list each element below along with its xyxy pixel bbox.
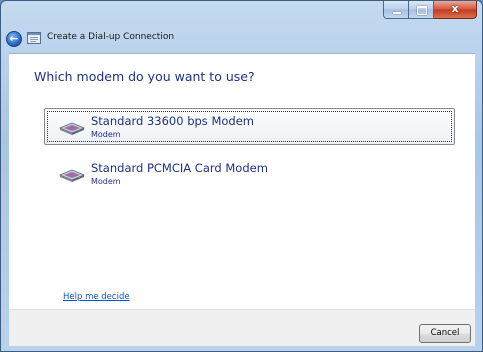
- modem-option-33600[interactable]: Standard 33600 bps Modem Modem: [44, 108, 455, 145]
- maximize-icon: [417, 6, 427, 15]
- modem-icon: [59, 169, 85, 182]
- cancel-button[interactable]: Cancel: [419, 324, 471, 343]
- caption-buttons: x: [383, 1, 477, 20]
- maximize-button[interactable]: [409, 1, 434, 19]
- close-button[interactable]: x: [434, 1, 477, 19]
- wizard-footer: Cancel: [9, 309, 475, 346]
- page-heading: Which modem do you want to use?: [34, 69, 255, 84]
- close-icon: x: [451, 2, 459, 15]
- option-subtitle: Modem: [91, 177, 121, 186]
- window-title: Create a Dial-up Connection: [47, 32, 175, 42]
- wizard-window-icon: [27, 32, 41, 44]
- back-arrow-icon[interactable]: ←: [6, 31, 22, 47]
- help-me-decide-link[interactable]: Help me decide: [63, 292, 130, 302]
- title-bar[interactable]: ← Create a Dial-up Connection x: [1, 1, 482, 53]
- wizard-window: ← Create a Dial-up Connection x Which mo…: [0, 0, 483, 352]
- option-title: Standard 33600 bps Modem: [91, 114, 254, 128]
- option-subtitle: Modem: [91, 130, 121, 139]
- minimize-icon: [393, 12, 401, 14]
- minimize-button[interactable]: [383, 1, 409, 19]
- modem-icon: [59, 122, 85, 135]
- modem-option-pcmcia[interactable]: Standard PCMCIA Card Modem Modem: [44, 155, 455, 192]
- option-title: Standard PCMCIA Card Modem: [91, 161, 268, 175]
- wizard-content: Which modem do you want to use? Standard…: [9, 53, 475, 310]
